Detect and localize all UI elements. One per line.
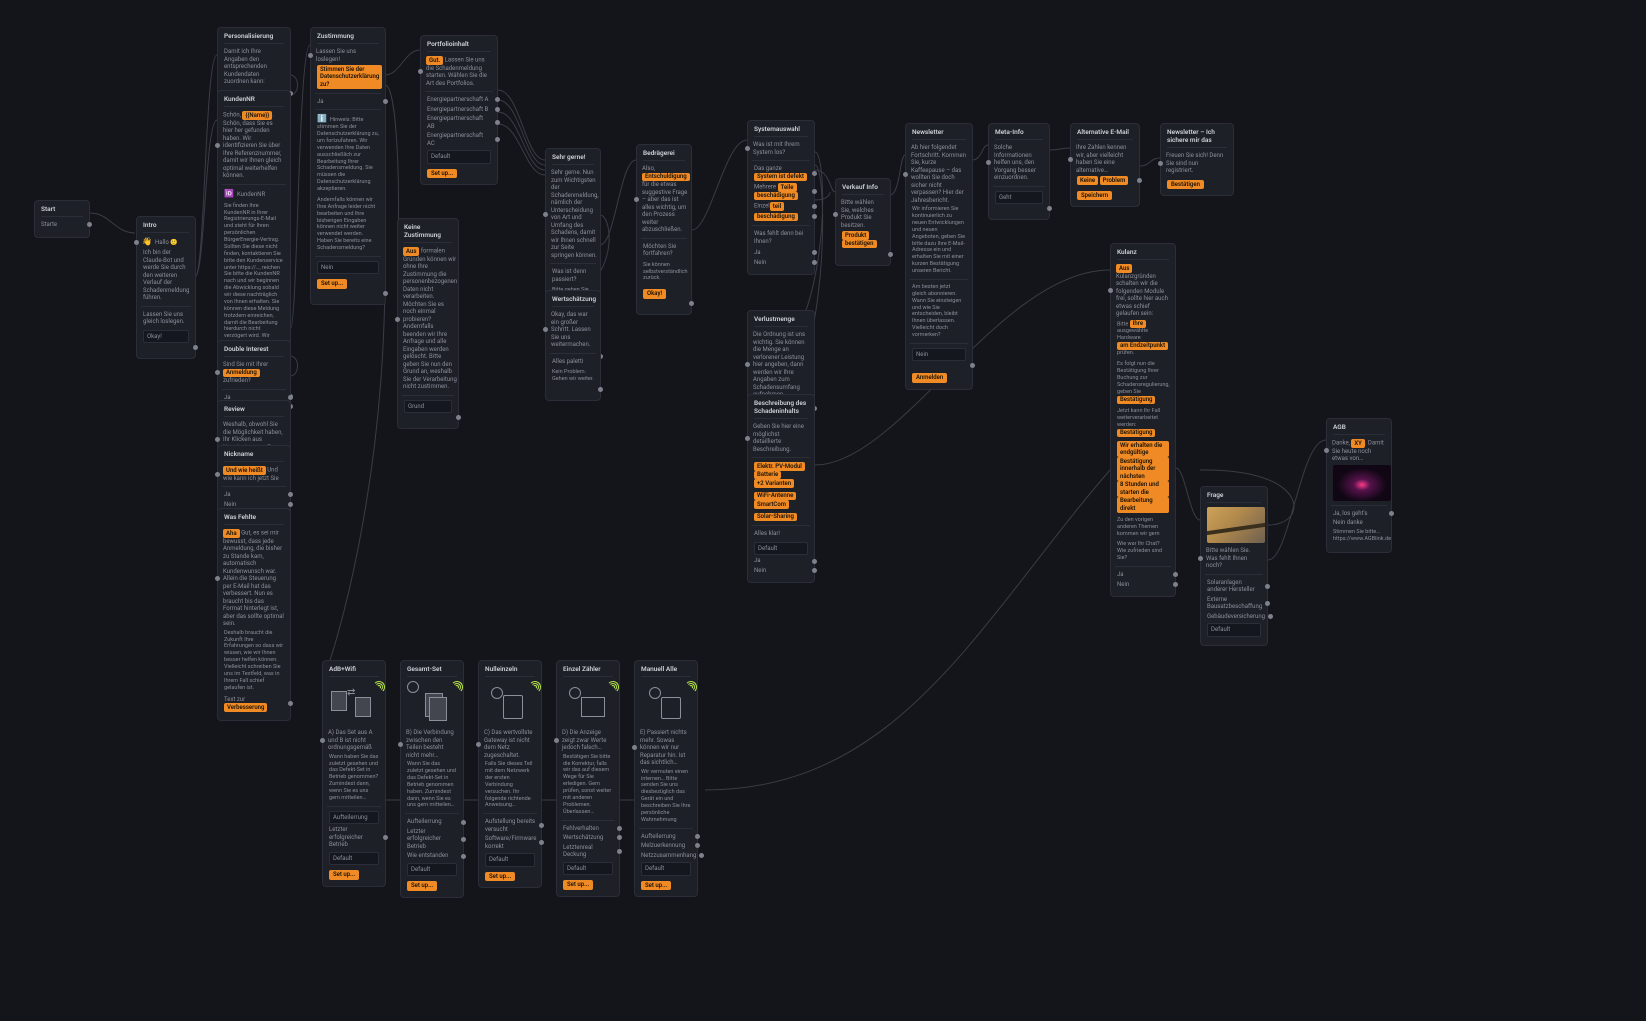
port-out[interactable] (193, 345, 198, 350)
emph-chip: Aha (223, 529, 240, 538)
flow-canvas[interactable]: Start Starte Intro 👋Hallo 🙂 Ich bin der … (0, 0, 1646, 1021)
node-title: Start (41, 205, 83, 217)
default-input[interactable]: Default (427, 150, 491, 164)
text-input[interactable]: Geht (995, 191, 1043, 205)
node-hw-c[interactable]: Nulleinzeln C) Das wertvollste Gateway i… (478, 660, 542, 888)
node-newsletter-confirm[interactable]: Newsletter – Ich sichere mir das Freuen … (1160, 123, 1234, 196)
setup-button[interactable]: Set up... (641, 881, 671, 891)
email-input[interactable]: Nein (912, 348, 966, 362)
node-systemauswahl[interactable]: Systemauswahl Was ist mit Ihrem System l… (747, 120, 815, 275)
node-schadeninhalt[interactable]: Beschreibung des Schadeninhalts Geben Si… (747, 394, 815, 583)
node-keine-zustimmung[interactable]: Keine Zustimmung Aus formalen Gründen kö… (397, 218, 459, 429)
default-input[interactable]: Default (1207, 623, 1261, 637)
node-intro[interactable]: Intro 👋Hallo 🙂 Ich bin der Claude-Bot un… (136, 216, 196, 359)
node-hw-d[interactable]: Einzel Zähler D) Die Anzeige zeigt zwar … (556, 660, 620, 897)
info-icon: ℹ️ (317, 114, 327, 123)
node-wertschaetzung[interactable]: Wertschätzung Okay, das war ein großer S… (545, 290, 601, 401)
node-alt-mail[interactable]: Alternative E-Mail Ihre Zahlen kennen wi… (1070, 123, 1140, 207)
default-input[interactable]: Default (754, 542, 808, 556)
image-preview (1333, 465, 1391, 501)
save-button[interactable]: Speichern (1077, 191, 1112, 201)
hint-chip: Und wie heißt (223, 466, 266, 475)
node-meta[interactable]: Meta-Info Solche Informationen helfen un… (988, 123, 1050, 220)
default-input[interactable]: Default (407, 863, 457, 877)
node-verkauf-info[interactable]: Verkauf Info Bitte wählen Sie, welches P… (835, 178, 891, 266)
node-start[interactable]: Start Starte (34, 200, 90, 238)
id-icon: 🆔 (224, 189, 234, 198)
wave-icon: 👋 (142, 237, 152, 246)
node-title: Intro (143, 221, 189, 233)
node-hw-a[interactable]: AdB+Wifi ⇄ A) Das Set aus A und B ist ni… (322, 660, 386, 887)
node-portfolio[interactable]: Portfolioinhalt Gut. Lassen Sie uns die … (420, 35, 498, 185)
node-nickname[interactable]: Nickname Und wie heißt Und wie kann ich … (217, 445, 291, 517)
default-input[interactable]: Default (329, 852, 379, 866)
setup-button[interactable]: Set up... (485, 872, 515, 882)
port-in[interactable] (134, 240, 139, 245)
setup-button[interactable]: Set up... (329, 870, 359, 880)
subscribe-button[interactable]: Anmelden (912, 373, 947, 383)
field[interactable]: Aufteilerrung (329, 811, 379, 825)
prev-input[interactable]: Nein (317, 261, 379, 275)
image-preview (1207, 507, 1265, 543)
hw-illustration-icon (407, 681, 463, 725)
node-hw-b[interactable]: Gesamt-Set B) Die Verbindung zwischen de… (400, 660, 464, 898)
setup-button[interactable]: Set up... (407, 881, 437, 891)
setup-button[interactable]: Set up... (317, 279, 347, 289)
confirm-button[interactable]: Bestätigen (1167, 180, 1204, 190)
hw-illustration-icon: ⇄ (329, 681, 385, 725)
hw-illustration-icon (485, 681, 541, 725)
hw-illustration-icon (641, 681, 697, 725)
text-input[interactable]: Okay! (143, 330, 189, 344)
node-kulanz[interactable]: Kulanz Aus Kulanzgründen schalten wir di… (1110, 243, 1176, 597)
node-bedraegerei[interactable]: Bedrägerei Also, Entschuldigung für die … (636, 144, 692, 315)
reason-input[interactable]: Grund (404, 400, 452, 414)
ok-button[interactable]: Okay! (643, 289, 666, 299)
node-frage[interactable]: Frage Bitte wählen Sie. Was fehlt Ihnen … (1200, 486, 1268, 646)
default-input[interactable]: Default (563, 862, 613, 876)
port-out[interactable] (87, 222, 92, 227)
default-input[interactable]: Default (641, 862, 691, 876)
hw-illustration-icon (563, 681, 619, 725)
setup-button[interactable]: Set up... (563, 880, 593, 890)
node-agb[interactable]: AGB Danke, XY. Damit Sie heute noch etwa… (1326, 418, 1392, 553)
name-chip: {{Name}} (242, 111, 272, 120)
node-zustimmung[interactable]: Zustimmung Lassen Sie uns loslegen! Stim… (310, 27, 386, 305)
node-was-fehlte[interactable]: Was Fehlte Aha Gut, es sei mir bewusst, … (217, 508, 291, 721)
node-hw-e[interactable]: Manuell Alle E) Passiert nichts mehr. So… (634, 660, 698, 897)
node-newsletter[interactable]: Newsletter Ab hier folgendet Fortschritt… (905, 123, 973, 390)
default-input[interactable]: Default (485, 853, 535, 867)
setup-button[interactable]: Set up... (427, 169, 457, 179)
